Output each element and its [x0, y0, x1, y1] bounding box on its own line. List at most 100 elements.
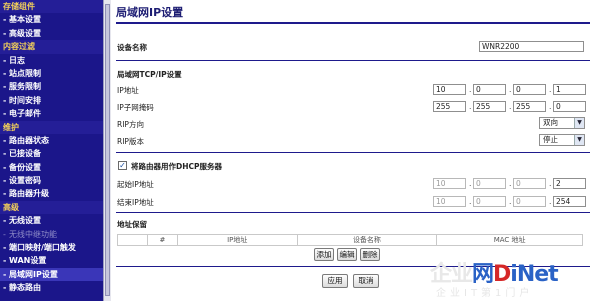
separator-dot: .: [549, 179, 552, 188]
sidebar-item-label: 局域网IP设置: [9, 269, 58, 279]
tcpip-section-label: 局域网TCP/IP设置: [117, 70, 182, 79]
sidebar-item-label: 设置密码: [9, 176, 41, 186]
sidebar-item-label: 时间安排: [9, 95, 41, 105]
sidebar-scrollbar[interactable]: [103, 0, 111, 301]
title-divider: [116, 22, 590, 24]
sidebar-item-label: 路由器升级: [9, 189, 49, 199]
ip-octet-4[interactable]: 1: [553, 84, 586, 95]
separator-dot: .: [509, 197, 512, 206]
separator-dot: .: [469, 85, 472, 94]
sidebar-item[interactable]: - 站点限制: [0, 67, 103, 80]
separator-dot: .: [549, 85, 552, 94]
sidebar-item[interactable]: - 局域网IP设置: [0, 267, 103, 282]
separator-dot: .: [469, 179, 472, 188]
device-name-input[interactable]: WNR2200: [479, 41, 584, 52]
sidebar-item-label: 已接设备: [9, 149, 41, 159]
end-ip-octet-1[interactable]: 10: [433, 196, 466, 207]
sidebar-item[interactable]: - 静态路由: [0, 281, 103, 294]
dhcp-server-label: 将路由器用作DHCP服务器: [131, 162, 223, 171]
sidebar-item[interactable]: - 无线中继功能: [0, 228, 103, 241]
table-header: #: [146, 234, 178, 246]
end-ip-octet-4[interactable]: 254: [553, 196, 586, 207]
sidebar-section-title: 存储组件: [0, 0, 103, 14]
sidebar-item[interactable]: - WAN设置: [0, 254, 103, 267]
table-header: [117, 234, 148, 246]
address-reservation-label: 地址保留: [117, 220, 147, 229]
sidebar-item[interactable]: - 高级设置: [0, 27, 103, 40]
sidebar-section-title: 维护: [0, 120, 103, 134]
separator-dot: .: [469, 197, 472, 206]
chevron-down-icon: ▼: [574, 135, 584, 145]
rip-version-label: RIP版本: [117, 137, 144, 146]
sidebar-item-label: 基本设置: [9, 15, 41, 25]
sidebar-item[interactable]: - 时间安排: [0, 94, 103, 107]
sidebar-item[interactable]: - 基本设置: [0, 13, 103, 26]
rip-version-value: 停止: [543, 135, 558, 144]
mask-octet-4[interactable]: 0: [553, 101, 586, 112]
apply-button[interactable]: 应用: [322, 274, 348, 288]
rip-direction-label: RIP方向: [117, 120, 144, 129]
table-header: MAC 地址: [436, 234, 583, 246]
end-ip-octet-2[interactable]: 0: [473, 196, 506, 207]
sidebar-item-label: WAN设置: [9, 256, 47, 266]
sidebar-item[interactable]: - 路由器升级: [0, 187, 103, 200]
sidebar-item-label: 静态路由: [9, 283, 41, 293]
sidebar-item[interactable]: - 电子邮件: [0, 107, 103, 120]
divider: [116, 60, 590, 61]
sidebar-item-label: 电子邮件: [9, 109, 41, 119]
start-ip-label: 起始IP地址: [117, 180, 154, 189]
separator-dot: .: [509, 102, 512, 111]
edit-button[interactable]: 编辑: [337, 248, 357, 261]
rip-direction-select[interactable]: 双向 ▼: [539, 117, 585, 129]
rip-version-select[interactable]: 停止 ▼: [539, 134, 585, 146]
watermark: 企业网DiNet 企业IT第1门户: [420, 254, 600, 301]
start-ip-octet-3[interactable]: 0: [513, 178, 546, 189]
sidebar-item[interactable]: - 路由器状态: [0, 134, 103, 147]
sidebar-item[interactable]: - 设置密码: [0, 174, 103, 187]
ip-address-label: IP地址: [117, 86, 139, 95]
ip-octet-1[interactable]: 10: [433, 84, 466, 95]
sidebar-item[interactable]: - 端口映射/端口触发: [0, 241, 103, 254]
sidebar-item[interactable]: - 已接设备: [0, 147, 103, 160]
cancel-button[interactable]: 取消: [353, 274, 379, 288]
sidebar-item-label: 备份设置: [9, 162, 41, 172]
start-ip-octet-1[interactable]: 10: [433, 178, 466, 189]
separator-dot: .: [549, 102, 552, 111]
ip-octet-3[interactable]: 0: [513, 84, 546, 95]
end-ip-octet-3[interactable]: 0: [513, 196, 546, 207]
sidebar-section-title: 高级: [0, 200, 103, 215]
mask-octet-2[interactable]: 255: [473, 101, 506, 112]
watermark-subtitle: 企业IT第1门户: [436, 288, 534, 299]
divider: [116, 212, 590, 213]
sidebar-item-label: 无线设置: [9, 216, 41, 226]
sidebar-item-label: 日志: [9, 55, 25, 65]
subnet-mask-label: IP子网掩码: [117, 103, 154, 112]
reservation-table: # IP地址 设备名称 MAC 地址: [117, 234, 583, 246]
sidebar-item-label: 端口映射/端口触发: [9, 243, 76, 253]
sidebar-item[interactable]: - 日志: [0, 54, 103, 67]
sidebar: 存储组件 - 基本设置 - 高级设置 内容过滤 - 日志 - 站点限制 - 服务限制 - 时间安排 - 电子邮…: [0, 0, 103, 301]
sidebar-item[interactable]: - 无线设置: [0, 214, 103, 227]
delete-button[interactable]: 删除: [360, 248, 380, 261]
start-ip-octet-4[interactable]: 2: [553, 178, 586, 189]
table-header: 设备名称: [296, 234, 438, 246]
ip-octet-2[interactable]: 0: [473, 84, 506, 95]
sidebar-section-title: 内容过滤: [0, 40, 103, 54]
sidebar-item[interactable]: - 服务限制: [0, 80, 103, 93]
separator-dot: .: [549, 197, 552, 206]
mask-octet-1[interactable]: 255: [433, 101, 466, 112]
add-button[interactable]: 添加: [314, 248, 334, 261]
mask-octet-3[interactable]: 255: [513, 101, 546, 112]
page-title: 局域网IP设置: [116, 6, 184, 19]
start-ip-octet-2[interactable]: 0: [473, 178, 506, 189]
sidebar-item-label: 无线中继功能: [9, 229, 57, 239]
sidebar-item-label: 服务限制: [9, 82, 41, 92]
dhcp-server-checkbox[interactable]: ✓: [118, 161, 127, 170]
sidebar-item[interactable]: - 备份设置: [0, 161, 103, 174]
divider: [116, 152, 590, 153]
sidebar-scrollbar-thumb[interactable]: [105, 4, 110, 296]
sidebar-item-label: 站点限制: [9, 68, 41, 78]
separator-dot: .: [509, 85, 512, 94]
device-name-label: 设备名称: [117, 43, 147, 52]
rip-direction-value: 双向: [543, 118, 558, 127]
